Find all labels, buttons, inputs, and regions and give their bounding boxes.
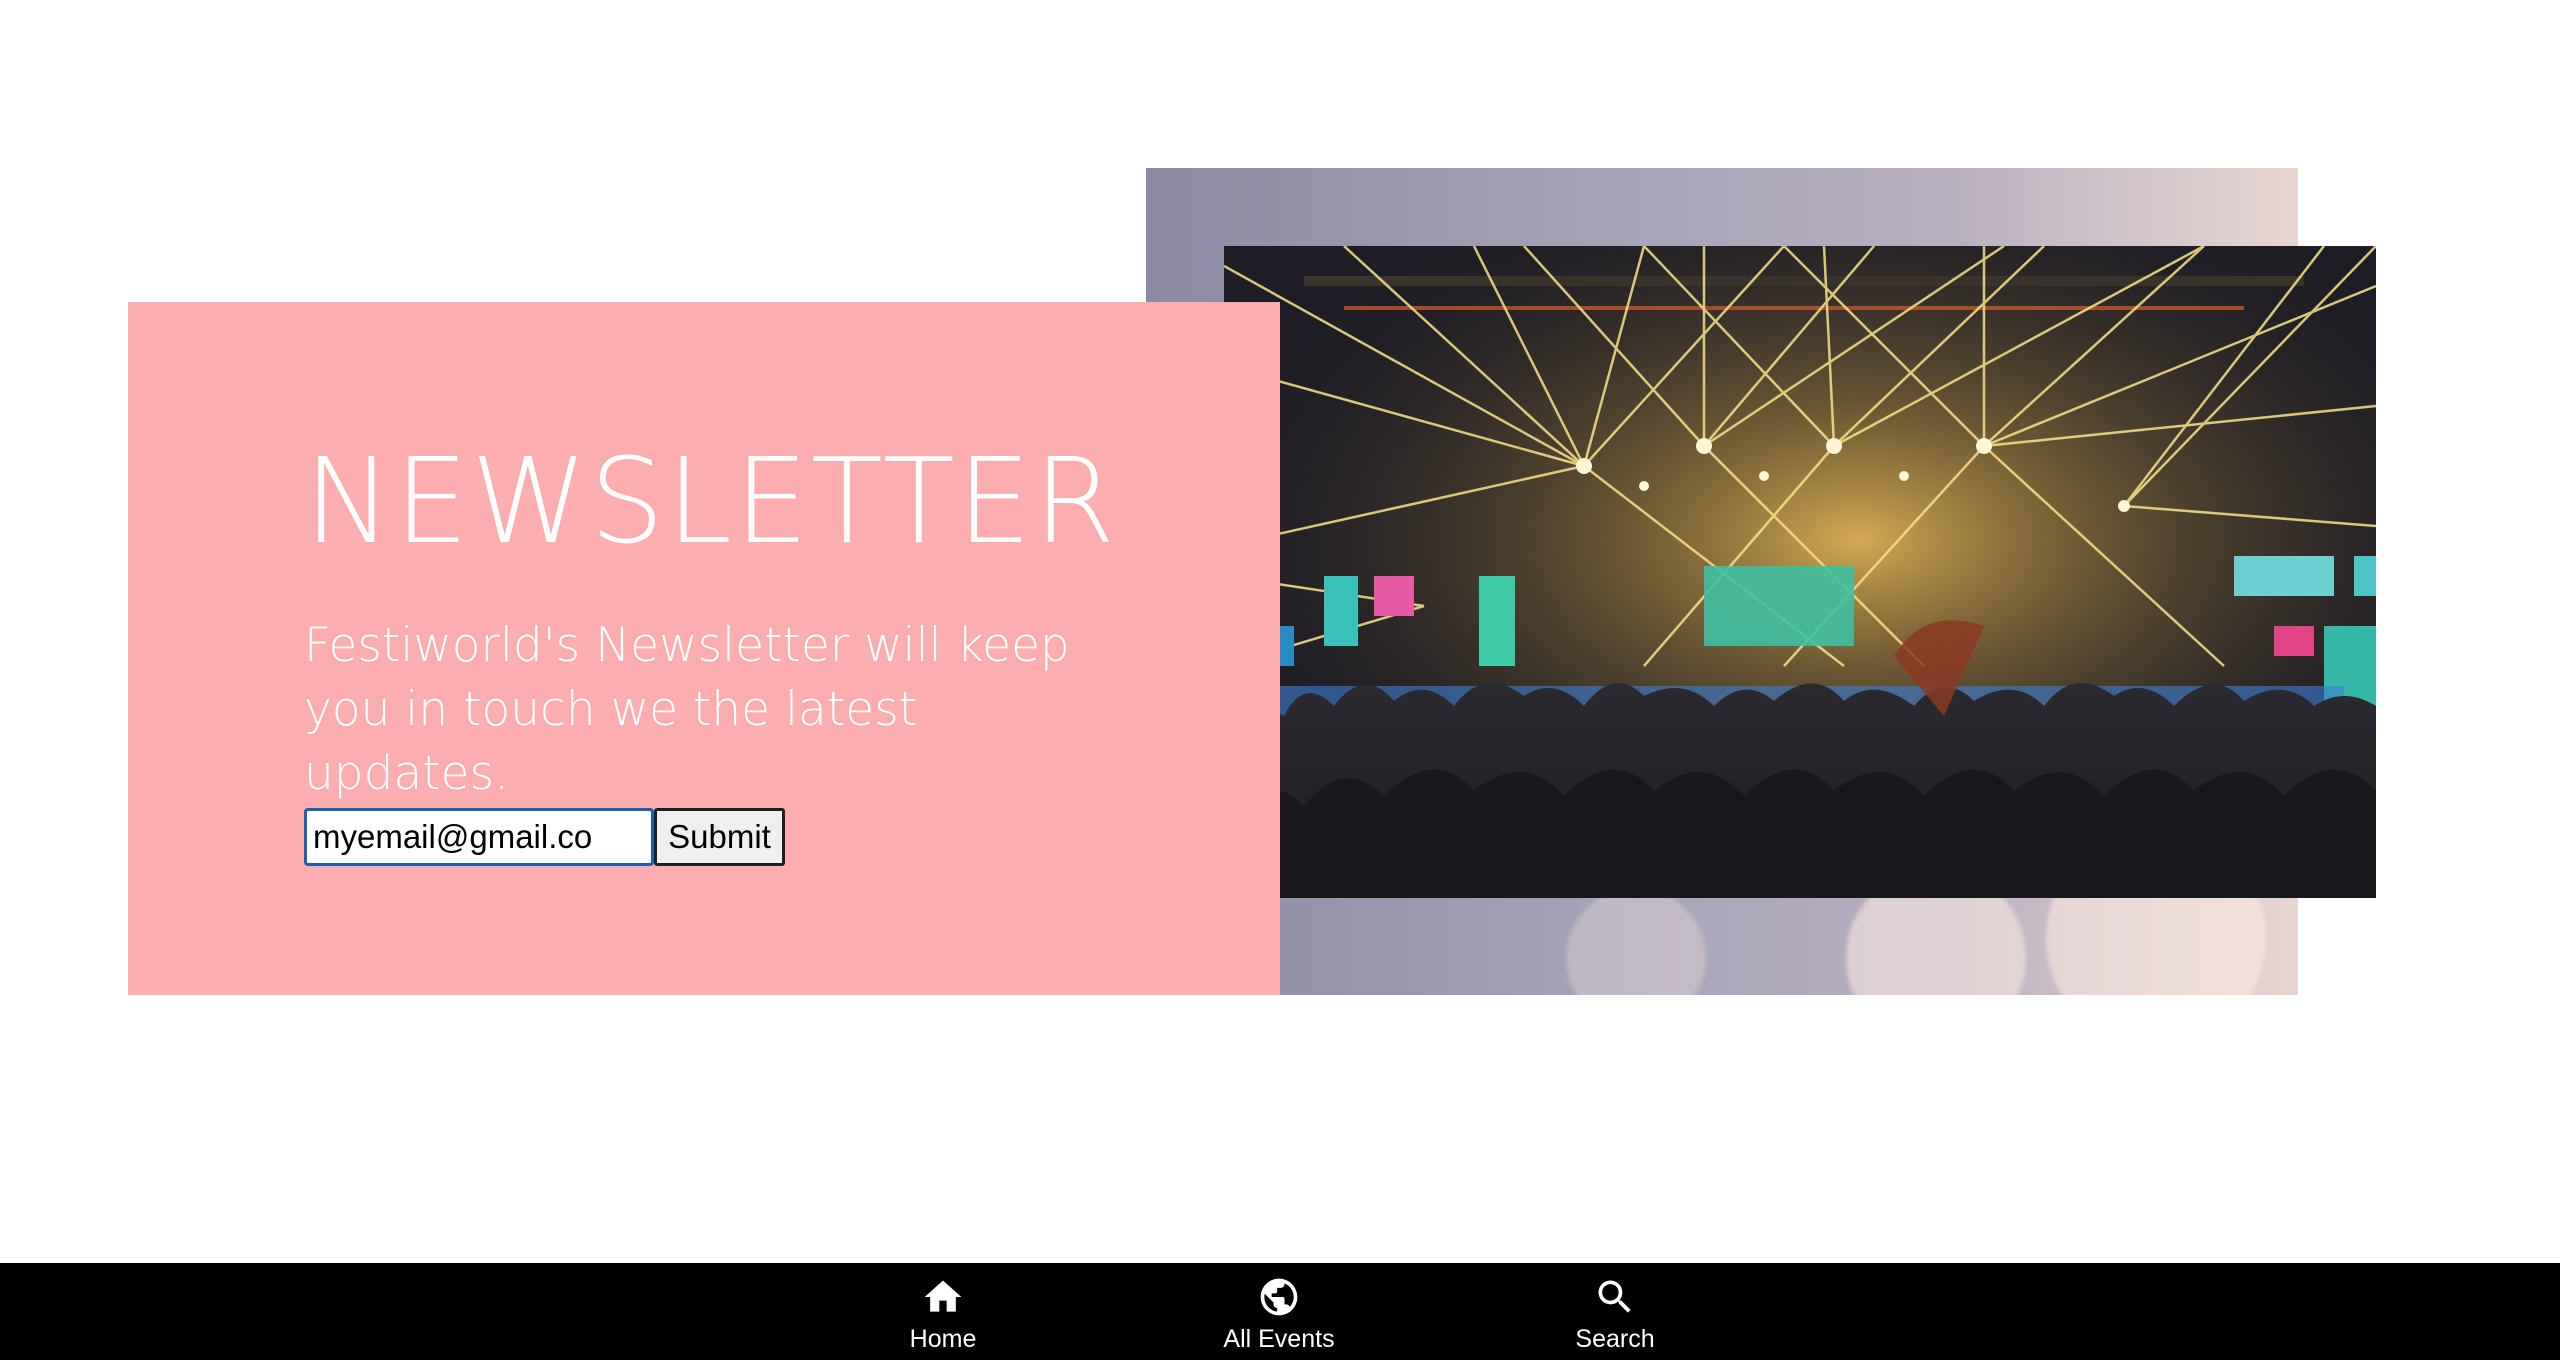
newsletter-card: NEWSLETTER Festiworld's Newsletter will … [128, 302, 1280, 995]
newsletter-title: NEWSLETTER [304, 432, 1118, 570]
nav-item-all-events[interactable]: All Events [1204, 1275, 1354, 1354]
nav-item-search[interactable]: Search [1565, 1275, 1665, 1354]
bottom-nav: Home All Events Search [0, 1263, 2560, 1360]
search-icon [1598, 1280, 1631, 1313]
home-icon [924, 1280, 962, 1312]
newsletter-description: Festiworld's Newsletter will keep you in… [304, 618, 1070, 801]
globe-icon [1260, 1278, 1298, 1316]
email-input[interactable] [304, 808, 654, 866]
concert-photo [1224, 246, 2376, 898]
nav-item-label: All Events [1223, 1325, 1335, 1353]
nav-item-home[interactable]: Home [903, 1275, 983, 1354]
newsletter-form: Submit [304, 808, 785, 866]
submit-button[interactable]: Submit [654, 808, 785, 866]
nav-item-label: Home [909, 1325, 977, 1353]
nav-item-label: Search [1575, 1325, 1655, 1353]
page: NEWSLETTER Festiworld's Newsletter will … [0, 0, 2560, 1360]
